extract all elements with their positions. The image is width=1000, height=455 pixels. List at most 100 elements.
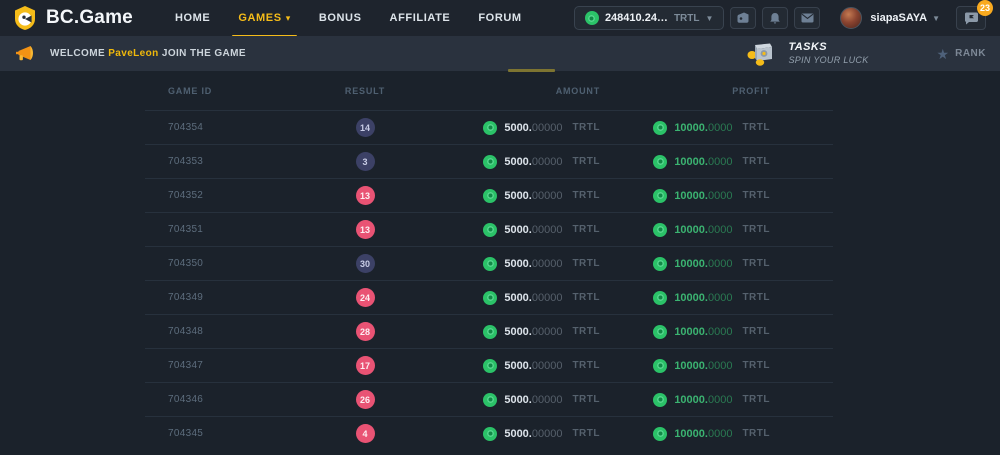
tasks-widget[interactable]: TASKS SPIN YOUR LUCK: [746, 41, 868, 67]
main-nav: HOME GAMES▾ BONUS AFFILIATE FORUM: [161, 0, 536, 36]
table-row[interactable]: 704353 3 5000.00000 TRTL 10000.0000 TRTL: [145, 144, 833, 178]
table-row[interactable]: 704352 13 5000.00000 TRTL 10000.0000 TRT…: [145, 178, 833, 212]
trtl-coin-icon: [585, 11, 599, 25]
amount-frac: 00000: [532, 292, 563, 304]
header-amount: AMOUNT: [425, 86, 600, 96]
result-badge: 4: [356, 424, 375, 443]
amount-frac: 00000: [532, 190, 563, 202]
table-row[interactable]: 704349 24 5000.00000 TRTL 10000.0000 TRT…: [145, 280, 833, 314]
profit-frac: 0000: [708, 224, 732, 236]
result-badge: 30: [356, 254, 375, 273]
game-id: 704351: [145, 224, 305, 235]
table-row[interactable]: 704347 17 5000.00000 TRTL 10000.0000 TRT…: [145, 348, 833, 382]
coin-icon: [483, 223, 497, 237]
coin-icon: [653, 291, 667, 305]
game-id: 704352: [145, 190, 305, 201]
coin-icon: [653, 427, 667, 441]
profit-currency: TRTL: [742, 360, 770, 371]
profit-frac: 0000: [708, 394, 732, 406]
profit-currency: TRTL: [742, 292, 770, 303]
profit-int: 10000.: [674, 360, 708, 372]
profit-currency: TRTL: [742, 190, 770, 201]
table-body: 704354 14 5000.00000 TRTL 10000.0000 TRT…: [145, 110, 833, 450]
nav-item-forum[interactable]: FORUM: [464, 0, 535, 36]
amount-currency: TRTL: [572, 156, 600, 167]
amount-frac: 00000: [532, 394, 563, 406]
nav-item-bonus[interactable]: BONUS: [305, 0, 376, 36]
amount-int: 5000.: [504, 258, 532, 270]
nav-item-affiliate[interactable]: AFFILIATE: [376, 0, 465, 36]
table-row[interactable]: 704346 26 5000.00000 TRTL 10000.0000 TRT…: [145, 382, 833, 416]
result-badge: 14: [356, 118, 375, 137]
amount-int: 5000.: [504, 156, 532, 168]
coin-icon: [653, 359, 667, 373]
profit-int: 10000.: [674, 326, 708, 338]
nav-item-games[interactable]: GAMES▾: [224, 0, 304, 36]
game-id: 704349: [145, 292, 305, 303]
game-id: 704345: [145, 428, 305, 439]
header-profit: PROFIT: [600, 86, 770, 96]
profit-currency: TRTL: [742, 326, 770, 337]
user-menu[interactable]: siapaSAYA ▼: [840, 7, 940, 29]
welcome-message: WELCOME PaveLeon JOIN THE GAME: [50, 48, 246, 59]
star-icon: ★: [937, 47, 950, 61]
table-row[interactable]: 704348 28 5000.00000 TRTL 10000.0000 TRT…: [145, 314, 833, 348]
brand-name: BC.Game: [46, 7, 133, 29]
notifications-button[interactable]: [762, 7, 788, 29]
brand-logo-group[interactable]: BC.Game: [12, 5, 133, 31]
bell-icon: [769, 12, 781, 25]
table-row[interactable]: 704351 13 5000.00000 TRTL 10000.0000 TRT…: [145, 212, 833, 246]
chevron-down-icon: ▼: [932, 14, 940, 23]
profit-int: 10000.: [674, 394, 708, 406]
balance-currency: TRTL: [674, 13, 700, 24]
amount-frac: 00000: [532, 258, 563, 270]
nav-item-label: HOME: [175, 12, 210, 24]
coin-icon: [653, 257, 667, 271]
result-badge: 24: [356, 288, 375, 307]
amount-int: 5000.: [504, 122, 532, 134]
nav-item-label: AFFILIATE: [390, 12, 451, 24]
coin-icon: [653, 325, 667, 339]
profit-currency: TRTL: [742, 122, 770, 133]
mail-icon: [801, 13, 814, 23]
table-row[interactable]: 704345 4 5000.00000 TRTL 10000.0000 TRTL: [145, 416, 833, 450]
bets-table: GAME ID RESULT AMOUNT PROFIT 704354 14 5…: [145, 71, 833, 450]
topnav-right: 248410.24… TRTL ▼ siapaSAYA ▼: [574, 6, 986, 30]
profit-currency: TRTL: [742, 394, 770, 405]
rank-widget[interactable]: ★ RANK: [937, 47, 986, 61]
profit-frac: 0000: [708, 428, 732, 440]
balance-selector[interactable]: 248410.24… TRTL ▼: [574, 6, 724, 30]
amount-currency: TRTL: [572, 326, 600, 337]
nav-item-label: FORUM: [478, 12, 521, 24]
profit-int: 10000.: [674, 224, 708, 236]
profit-frac: 0000: [708, 190, 732, 202]
chat-button[interactable]: 23: [956, 6, 986, 30]
amount-currency: TRTL: [572, 258, 600, 269]
coin-icon: [483, 325, 497, 339]
profit-int: 10000.: [674, 190, 708, 202]
game-id: 704348: [145, 326, 305, 337]
profit-int: 10000.: [674, 122, 708, 134]
table-header-row: GAME ID RESULT AMOUNT PROFIT: [145, 71, 833, 110]
wallet-icon: [736, 12, 750, 24]
messages-button[interactable]: [794, 7, 820, 29]
username: siapaSAYA: [870, 12, 927, 24]
wallet-button[interactable]: [730, 7, 756, 29]
result-badge: 13: [356, 186, 375, 205]
profit-currency: TRTL: [742, 428, 770, 439]
profit-frac: 0000: [708, 326, 732, 338]
tasks-spin-icon: [746, 41, 778, 67]
welcome-username: PaveLeon: [108, 48, 158, 59]
table-row[interactable]: 704354 14 5000.00000 TRTL 10000.0000 TRT…: [145, 110, 833, 144]
coin-icon: [653, 155, 667, 169]
profit-frac: 0000: [708, 360, 732, 372]
amount-int: 5000.: [504, 360, 532, 372]
amount-int: 5000.: [504, 292, 532, 304]
welcome-banner: WELCOME PaveLeon JOIN THE GAME TASKS SPI…: [0, 36, 1000, 71]
nav-item-home[interactable]: HOME: [161, 0, 224, 36]
bcgame-logo-icon: [12, 5, 38, 31]
amount-frac: 00000: [532, 360, 563, 372]
table-row[interactable]: 704350 30 5000.00000 TRTL 10000.0000 TRT…: [145, 246, 833, 280]
banner-right: TASKS SPIN YOUR LUCK ★ RANK: [746, 41, 986, 67]
welcome-suffix: JOIN THE GAME: [162, 48, 246, 59]
